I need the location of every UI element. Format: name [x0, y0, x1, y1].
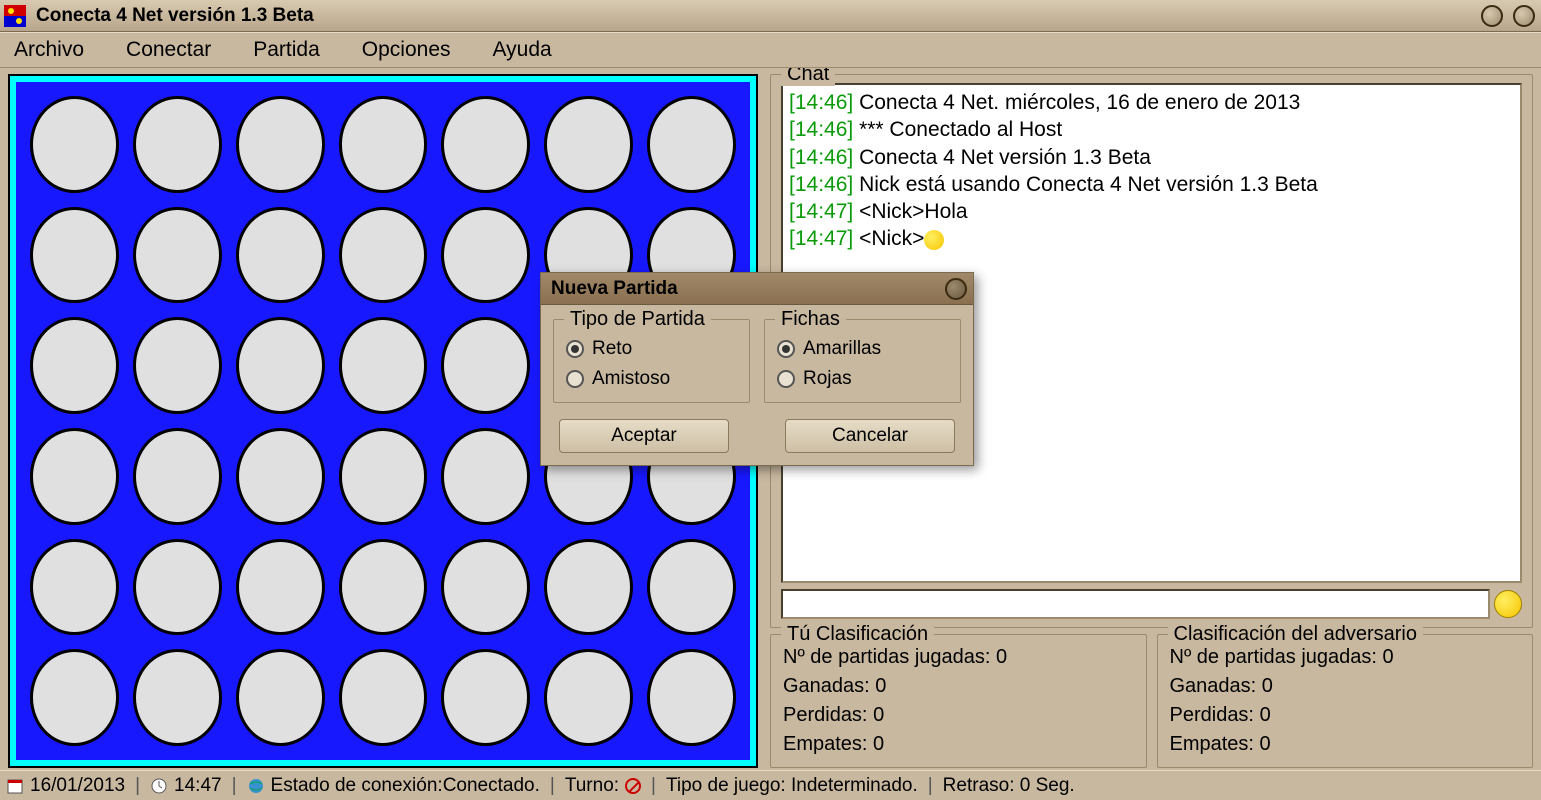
status-time: 14:47: [174, 775, 222, 797]
menu-conectar[interactable]: Conectar: [126, 38, 211, 62]
board-cell[interactable]: [30, 649, 119, 746]
board-cell[interactable]: [441, 428, 530, 525]
opp-won: Ganadas: 0: [1168, 672, 1523, 701]
dialog-titlebar[interactable]: Nueva Partida: [541, 273, 973, 305]
radio-amarillas[interactable]: Amarillas: [775, 334, 950, 364]
menu-opciones[interactable]: Opciones: [362, 38, 451, 62]
your-lost: Perdidas: 0: [781, 701, 1136, 730]
menu-ayuda[interactable]: Ayuda: [493, 38, 552, 62]
board-cell[interactable]: [236, 96, 325, 193]
status-conn: Estado de conexión:Conectado.: [271, 775, 540, 797]
board-cell[interactable]: [133, 207, 222, 304]
status-date: 16/01/2013: [30, 775, 125, 797]
board-cell[interactable]: [133, 539, 222, 636]
board-cell[interactable]: [236, 649, 325, 746]
game-type-legend: Tipo de Partida: [564, 308, 711, 331]
chat-line: [14:46] Conecta 4 Net. miércoles, 16 de …: [789, 89, 1514, 116]
your-won: Ganadas: 0: [781, 672, 1136, 701]
board-cell[interactable]: [339, 649, 428, 746]
menubar: Archivo Conectar Partida Opciones Ayuda: [0, 32, 1541, 68]
board-cell[interactable]: [339, 428, 428, 525]
board-cell[interactable]: [236, 428, 325, 525]
board-cell[interactable]: [30, 317, 119, 414]
new-game-dialog: Nueva Partida Tipo de Partida Reto Amist…: [540, 272, 974, 466]
board-cell[interactable]: [544, 539, 633, 636]
opponent-stats-title: Clasificación del adversario: [1168, 623, 1423, 646]
opponent-stats-panel: Clasificación del adversario Nº de parti…: [1157, 634, 1534, 768]
chat-line: [14:46] Conecta 4 Net versión 1.3 Beta: [789, 144, 1514, 171]
board-cell[interactable]: [30, 428, 119, 525]
globe-icon: [247, 777, 265, 795]
board-cell[interactable]: [30, 539, 119, 636]
no-turn-icon: [625, 778, 641, 794]
board-cell[interactable]: [339, 539, 428, 636]
radio-amarillas-indicator: [777, 340, 795, 358]
menu-partida[interactable]: Partida: [253, 38, 320, 62]
board-cell[interactable]: [133, 649, 222, 746]
chat-title: Chat: [781, 68, 835, 86]
board-cell[interactable]: [133, 317, 222, 414]
chat-line: [14:46] Nick está usando Conecta 4 Net v…: [789, 171, 1514, 198]
board-cell[interactable]: [441, 539, 530, 636]
fichas-legend: Fichas: [775, 308, 846, 331]
board-cell[interactable]: [30, 96, 119, 193]
radio-amistoso[interactable]: Amistoso: [564, 364, 739, 394]
board-cell[interactable]: [441, 317, 530, 414]
your-draws: Empates: 0: [781, 730, 1136, 759]
chat-line: [14:46] *** Conectado al Host: [789, 116, 1514, 143]
board-cell[interactable]: [236, 317, 325, 414]
board-cell[interactable]: [339, 317, 428, 414]
board-cell[interactable]: [339, 207, 428, 304]
emoji-picker-button[interactable]: [1494, 590, 1522, 618]
opp-lost: Perdidas: 0: [1168, 701, 1523, 730]
board-cell[interactable]: [441, 649, 530, 746]
calendar-icon: [6, 777, 24, 795]
close-button[interactable]: [1513, 5, 1535, 27]
board-cell[interactable]: [236, 539, 325, 636]
cancel-button[interactable]: Cancelar: [785, 419, 955, 453]
board-cell[interactable]: [647, 539, 736, 636]
board-cell[interactable]: [441, 207, 530, 304]
radio-reto-indicator: [566, 340, 584, 358]
board-cell[interactable]: [236, 207, 325, 304]
window-title: Conecta 4 Net versión 1.3 Beta: [36, 5, 314, 27]
board-cell[interactable]: [30, 207, 119, 304]
app-icon: [4, 5, 26, 27]
clock-icon: [150, 777, 168, 795]
status-gametype: Tipo de juego: Indeterminado.: [666, 775, 918, 797]
statusbar: 16/01/2013 | 14:47 | Estado de conexión:…: [0, 770, 1541, 800]
your-stats-title: Tú Clasificación: [781, 623, 934, 646]
chat-input[interactable]: [781, 589, 1490, 619]
your-stats-panel: Tú Clasificación Nº de partidas jugadas:…: [770, 634, 1147, 768]
board-cell[interactable]: [441, 96, 530, 193]
radio-amistoso-indicator: [566, 370, 584, 388]
smiley-icon: [924, 230, 944, 250]
board-cell[interactable]: [544, 96, 633, 193]
dialog-title: Nueva Partida: [551, 278, 678, 300]
radio-rojas-indicator: [777, 370, 795, 388]
board-cell[interactable]: [133, 428, 222, 525]
board-cell[interactable]: [647, 649, 736, 746]
chat-line: [14:47] <Nick>: [789, 225, 1514, 252]
dialog-close-button[interactable]: [945, 278, 967, 300]
menu-archivo[interactable]: Archivo: [14, 38, 84, 62]
opp-draws: Empates: 0: [1168, 730, 1523, 759]
radio-reto[interactable]: Reto: [564, 334, 739, 364]
board-cell[interactable]: [133, 96, 222, 193]
minimize-button[interactable]: [1481, 5, 1503, 27]
your-games: Nº de partidas jugadas: 0: [781, 643, 1136, 672]
chat-line: [14:47] <Nick>Hola: [789, 198, 1514, 225]
fichas-group: Fichas Amarillas Rojas: [764, 319, 961, 403]
board-cell[interactable]: [647, 96, 736, 193]
opp-games: Nº de partidas jugadas: 0: [1168, 643, 1523, 672]
game-type-group: Tipo de Partida Reto Amistoso: [553, 319, 750, 403]
radio-rojas[interactable]: Rojas: [775, 364, 950, 394]
status-turn-label: Turno:: [565, 775, 619, 797]
accept-button[interactable]: Aceptar: [559, 419, 729, 453]
status-delay: Retraso: 0 Seg.: [943, 775, 1075, 797]
board-cell[interactable]: [544, 649, 633, 746]
titlebar: Conecta 4 Net versión 1.3 Beta: [0, 0, 1541, 32]
board-cell[interactable]: [339, 96, 428, 193]
